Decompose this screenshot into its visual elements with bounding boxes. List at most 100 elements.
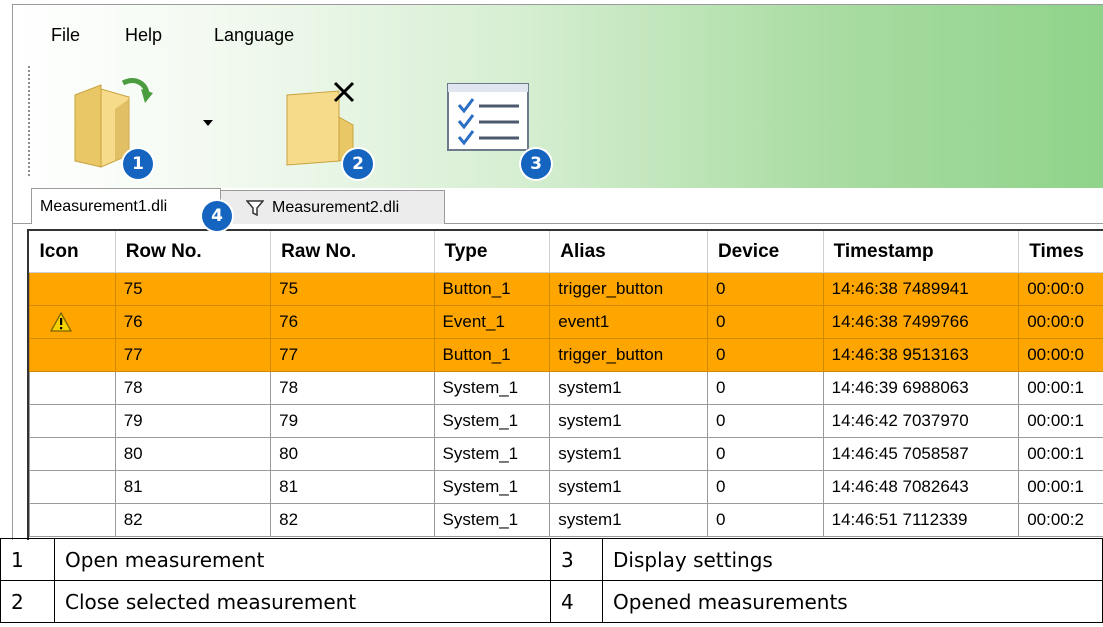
cell-alias: system1: [549, 371, 708, 405]
cell-times: 00:00:1: [1018, 404, 1103, 438]
callout-badge-2: 2: [343, 149, 373, 179]
cell-row-no: 77: [114, 338, 272, 372]
legend-row: 1 Open measurement 3 Display settings: [0, 538, 1103, 581]
col-header-timestamp[interactable]: Timestamp: [823, 231, 1020, 273]
cell-type: System_1: [433, 404, 551, 438]
callout-badge-3: 3: [521, 149, 551, 179]
cell-times: 00:00:1: [1018, 371, 1103, 405]
menu-language[interactable]: Language: [214, 25, 294, 46]
cell-icon: [29, 404, 116, 438]
table-row[interactable]: 77 77 Button_1 trigger_button 0 14:46:38 9513…: [29, 338, 1103, 372]
display-settings-button[interactable]: [445, 81, 531, 155]
cell-alias: system1: [549, 470, 708, 504]
cell-type: System_1: [433, 470, 551, 504]
menu-help[interactable]: Help: [125, 25, 162, 46]
legend-row: 2 Close selected measurement 4 Opened me…: [0, 580, 1103, 623]
cell-alias: system1: [549, 503, 708, 537]
cell-times: 00:00:1: [1018, 437, 1103, 471]
toolbar-grip[interactable]: [27, 65, 31, 177]
table-row[interactable]: 78 78 System_1 system1 0 14:46:39 6988063 00:0…: [29, 371, 1103, 405]
cell-icon: [29, 371, 116, 405]
cell-alias: system1: [549, 404, 708, 438]
legend-text: Opened measurements: [602, 580, 1103, 623]
tab-measurement1[interactable]: Measurement1.dli: [31, 188, 221, 224]
measurement-table[interactable]: Icon Row No. Raw No. Type Alias Device T…: [27, 229, 1103, 540]
cell-row-no: 79: [114, 404, 272, 438]
legend-number: 1: [0, 538, 55, 581]
cell-alias: trigger_button: [549, 272, 708, 306]
cell-raw-no: 82: [270, 503, 435, 537]
legend-number: 2: [0, 580, 55, 623]
cell-raw-no: 77: [270, 338, 435, 372]
legend-text: Close selected measurement: [54, 580, 551, 623]
cell-device: 0: [706, 371, 824, 405]
cell-times: 00:00:0: [1018, 272, 1103, 306]
cell-raw-no: 79: [270, 404, 435, 438]
cell-device: 0: [706, 470, 824, 504]
table-row[interactable]: 80 80 System_1 system1 0 14:46:45 7058587 00:0…: [29, 437, 1103, 471]
legend-number: 4: [550, 580, 603, 623]
cell-times: 00:00:0: [1018, 338, 1103, 372]
col-header-times[interactable]: Times: [1018, 231, 1103, 273]
col-header-icon[interactable]: Icon: [29, 231, 116, 273]
cell-type: Button_1: [433, 338, 551, 372]
col-header-type[interactable]: Type: [434, 231, 551, 273]
filter-icon: [246, 199, 264, 216]
col-header-row-no[interactable]: Row No.: [115, 231, 272, 273]
tab-measurement2[interactable]: Measurement2.dli: [219, 190, 445, 224]
table-header-row: Icon Row No. Raw No. Type Alias Device T…: [29, 231, 1103, 273]
cell-row-no: 80: [114, 437, 272, 471]
cell-device: 0: [706, 338, 824, 372]
cell-device: 0: [706, 305, 824, 339]
cell-row-no: 82: [114, 503, 272, 537]
cell-icon: [29, 437, 116, 471]
cell-alias: system1: [549, 437, 708, 471]
cell-alias: event1: [549, 305, 708, 339]
col-header-alias[interactable]: Alias: [549, 231, 708, 273]
open-dropdown-arrow[interactable]: [201, 113, 215, 126]
cell-timestamp: 14:46:42 7037970: [822, 404, 1020, 438]
cell-row-no: 81: [114, 470, 272, 504]
cell-type: System_1: [433, 371, 551, 405]
cell-raw-no: 80: [270, 437, 435, 471]
cell-type: Button_1: [433, 272, 551, 306]
cell-timestamp: 14:46:38 9513163: [822, 338, 1020, 372]
cell-device: 0: [706, 503, 824, 537]
checklist-settings-icon: [447, 83, 529, 151]
cell-row-no: 75: [114, 272, 272, 306]
cell-icon: [29, 503, 116, 537]
table-row[interactable]: 79 79 System_1 system1 0 14:46:42 7037970 00:0…: [29, 404, 1103, 438]
cell-timestamp: 14:46:48 7082643: [822, 470, 1020, 504]
cell-device: 0: [706, 272, 824, 306]
table-row[interactable]: 76 76 Event_1 event1 0 14:46:38 7499766 00:00:…: [29, 305, 1103, 339]
menu-file[interactable]: File: [51, 25, 80, 46]
cell-type: Event_1: [433, 305, 551, 339]
cell-raw-no: 76: [270, 305, 435, 339]
legend-text: Open measurement: [54, 538, 551, 581]
table-row[interactable]: 81 81 System_1 system1 0 14:46:48 7082643 00:0…: [29, 470, 1103, 504]
legend-number: 3: [550, 538, 603, 581]
table-row[interactable]: 82 82 System_1 system1 0 14:46:51 7112339 00:0…: [29, 503, 1103, 537]
cell-icon: [29, 272, 116, 306]
cell-icon: [29, 470, 116, 504]
cell-type: System_1: [433, 503, 551, 537]
cell-device: 0: [706, 437, 824, 471]
cell-times: 00:00:1: [1018, 470, 1103, 504]
cell-timestamp: 14:46:51 7112339: [822, 503, 1020, 537]
cell-timestamp: 14:46:38 7499766: [822, 305, 1020, 339]
menu-bar: File Help Language: [13, 5, 1103, 49]
cell-timestamp: 14:46:38 7489941: [822, 272, 1020, 306]
cell-device: 0: [706, 404, 824, 438]
cell-raw-no: 81: [270, 470, 435, 504]
cell-raw-no: 75: [270, 272, 435, 306]
tab-label: Measurement2.dli: [272, 198, 400, 216]
cell-timestamp: 14:46:39 6988063: [822, 371, 1020, 405]
tab-label: Measurement1.dli: [40, 197, 168, 215]
col-header-device[interactable]: Device: [707, 231, 824, 273]
cell-type: System_1: [433, 437, 551, 471]
cell-times: 00:00:0: [1018, 305, 1103, 339]
app-window: File Help Language 1 2 3 4 Measurement1.…: [12, 4, 1103, 540]
table-row[interactable]: 75 75 Button_1 trigger_button 0 14:46:38 7489…: [29, 272, 1103, 306]
warning-icon: [49, 311, 73, 332]
col-header-raw-no[interactable]: Raw No.: [270, 231, 435, 273]
